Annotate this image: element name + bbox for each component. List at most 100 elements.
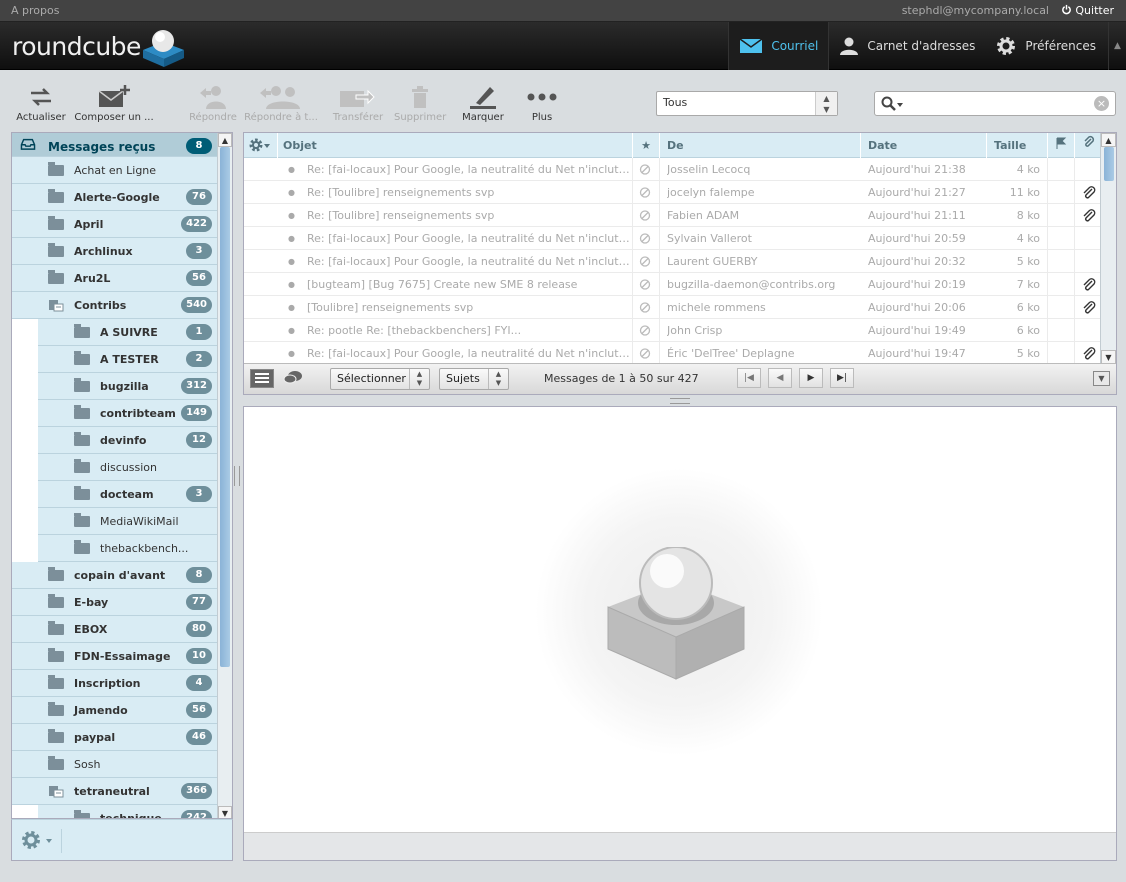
last-page-button[interactable]: ▶| bbox=[830, 368, 854, 388]
folder-item[interactable]: E-bay 77 bbox=[12, 589, 218, 616]
folder-item[interactable]: FDN-Essaimage 10 bbox=[12, 643, 218, 670]
message-row[interactable]: ● Re: [Toulibre] renseignements svp jocely… bbox=[244, 181, 1102, 204]
next-page-button[interactable]: ▶ bbox=[799, 368, 823, 388]
task-addressbook[interactable]: Carnet d'adresses bbox=[829, 22, 985, 70]
message-row[interactable]: ● Re: pootle Re: [thebackbenchers] FYI...… bbox=[244, 319, 1102, 342]
unflagged-icon[interactable] bbox=[639, 250, 653, 273]
column-flagged[interactable] bbox=[1048, 133, 1075, 158]
horizontal-splitter[interactable] bbox=[670, 398, 690, 404]
folder-item[interactable]: Contribs 540 bbox=[12, 292, 218, 319]
reply-all-button[interactable]: Répondre à t... bbox=[243, 84, 319, 123]
column-date[interactable]: Date bbox=[861, 133, 987, 158]
vertical-splitter[interactable] bbox=[234, 466, 240, 486]
folder-item[interactable]: Archlinux 3 bbox=[12, 238, 218, 265]
select-menu[interactable]: Sélectionner ▲ ▼ bbox=[330, 368, 430, 390]
column-from[interactable]: De bbox=[660, 133, 861, 158]
message-row[interactable]: ● Re: [fai-locaux] Pour Google, la neutra… bbox=[244, 227, 1102, 250]
search-input[interactable] bbox=[907, 95, 1087, 112]
message-row[interactable]: ● Re: [fai-locaux] Pour Google, la neutra… bbox=[244, 342, 1102, 365]
scroll-up-icon[interactable]: ▲ bbox=[1101, 133, 1116, 147]
scroll-down-icon[interactable]: ▼ bbox=[1101, 350, 1116, 364]
mark-button[interactable]: Marquer bbox=[458, 84, 508, 123]
clear-search-icon[interactable]: × bbox=[1094, 96, 1109, 111]
folder-item[interactable]: technique 242 bbox=[38, 805, 218, 818]
unflagged-icon[interactable] bbox=[639, 204, 653, 227]
list-menu-button[interactable]: ▼ bbox=[1093, 371, 1110, 386]
search-box[interactable]: × bbox=[874, 91, 1116, 116]
folder-item[interactable]: paypal 46 bbox=[12, 724, 218, 751]
unflagged-icon[interactable] bbox=[639, 319, 653, 342]
column-subject[interactable]: Objet bbox=[278, 133, 633, 158]
threads-menu-label: Sujets bbox=[446, 372, 480, 385]
about-link[interactable]: A propos bbox=[11, 4, 59, 17]
logout-button[interactable]: Quitter bbox=[1061, 4, 1114, 17]
thread-view-button[interactable] bbox=[282, 369, 306, 388]
folder-item[interactable]: docteam 3 bbox=[38, 481, 218, 508]
folder-item[interactable]: tetraneutral 366 bbox=[12, 778, 218, 805]
folder-item[interactable]: Alerte-Google 76 bbox=[12, 184, 218, 211]
message-scrollbar[interactable]: ▲ ▼ bbox=[1100, 133, 1116, 364]
scroll-down-icon[interactable]: ▼ bbox=[218, 806, 232, 818]
folder-item[interactable]: thebackbench... bbox=[38, 535, 218, 562]
folder-item[interactable]: contribteam 149 bbox=[38, 400, 218, 427]
folder-inbox[interactable]: Messages reçus 8 bbox=[12, 133, 218, 157]
scroll-thumb[interactable] bbox=[1104, 147, 1114, 181]
folder-item[interactable]: Sosh bbox=[12, 751, 218, 778]
message-row[interactable]: ● [Toulibre] renseignements svp michele ro… bbox=[244, 296, 1102, 319]
unflagged-icon[interactable] bbox=[639, 158, 653, 181]
first-page-button[interactable]: |◀ bbox=[737, 368, 761, 388]
task-mail[interactable]: Courriel bbox=[728, 22, 830, 70]
folder-icon bbox=[48, 243, 64, 257]
filter-value: Tous bbox=[663, 96, 688, 109]
message-row[interactable]: ● [bugteam] [Bug 7675] Create new SME 8 r… bbox=[244, 273, 1102, 296]
folder-scrollbar[interactable]: ▲ ▼ bbox=[217, 133, 232, 818]
compose-button[interactable]: Composer un ... bbox=[74, 84, 154, 123]
folder-item[interactable]: A SUIVRE 1 bbox=[38, 319, 218, 346]
refresh-button[interactable]: Actualiser bbox=[14, 84, 68, 123]
prev-page-button[interactable]: ◀ bbox=[768, 368, 792, 388]
folder-item[interactable]: Jamendo 56 bbox=[12, 697, 218, 724]
list-view-button[interactable] bbox=[250, 369, 274, 388]
folder-item[interactable]: copain d'avant 8 bbox=[12, 562, 218, 589]
folder-item[interactable]: April 422 bbox=[12, 211, 218, 238]
folder-item[interactable]: Achat en Ligne bbox=[12, 157, 218, 184]
task-settings[interactable]: Préférences bbox=[985, 22, 1106, 70]
logo: roundcube bbox=[12, 32, 141, 61]
delete-button[interactable]: Supprimer bbox=[394, 84, 446, 123]
column-size[interactable]: Taille bbox=[987, 133, 1048, 158]
list-options-button[interactable] bbox=[244, 133, 278, 158]
folder-item[interactable]: bugzilla 312 bbox=[38, 373, 218, 400]
flagged-cell-bg bbox=[1048, 227, 1075, 250]
unflagged-icon[interactable] bbox=[639, 342, 653, 365]
minimize-button[interactable]: ▲ bbox=[1108, 22, 1126, 70]
more-button[interactable]: Plus bbox=[522, 84, 562, 123]
folder-name: MediaWikiMail bbox=[100, 515, 179, 528]
username: stephdl@mycompany.local bbox=[901, 4, 1049, 17]
folder-item[interactable]: EBOX 80 bbox=[12, 616, 218, 643]
message-row[interactable]: ● Re: [fai-locaux] Pour Google, la neutra… bbox=[244, 250, 1102, 273]
unflagged-icon[interactable] bbox=[639, 181, 653, 204]
unflagged-icon[interactable] bbox=[639, 273, 653, 296]
folder-list: Messages reçus 8 Achat en Ligne Alerte-Goog… bbox=[11, 132, 233, 819]
folder-settings-button[interactable] bbox=[20, 829, 62, 853]
reply-button[interactable]: Répondre bbox=[188, 84, 238, 123]
folder-item[interactable]: Aru2L 56 bbox=[12, 265, 218, 292]
scroll-up-icon[interactable]: ▲ bbox=[218, 133, 232, 147]
column-flag[interactable]: ★ bbox=[633, 133, 660, 158]
filter-select[interactable]: Tous ▲ ▼ bbox=[656, 91, 838, 116]
unflagged-icon[interactable] bbox=[639, 296, 653, 319]
message-row[interactable]: ● Re: [fai-locaux] Pour Google, la neutra… bbox=[244, 158, 1102, 181]
message-row[interactable]: ● Re: [Toulibre] renseignements svp Fabien… bbox=[244, 204, 1102, 227]
folder-item[interactable]: MediaWikiMail bbox=[38, 508, 218, 535]
threads-menu[interactable]: Sujets ▲ ▼ bbox=[439, 368, 509, 390]
folder-item[interactable]: A TESTER 2 bbox=[38, 346, 218, 373]
folder-item[interactable]: Inscription 4 bbox=[12, 670, 218, 697]
column-attachment[interactable] bbox=[1075, 133, 1102, 158]
scroll-thumb[interactable] bbox=[220, 147, 230, 667]
unflagged-icon[interactable] bbox=[639, 227, 653, 250]
folder-item[interactable]: discussion bbox=[38, 454, 218, 481]
forward-button[interactable]: Transférer bbox=[330, 84, 386, 123]
message-date: Aujourd'hui 19:49 bbox=[868, 324, 966, 337]
folder-item[interactable]: devinfo 12 bbox=[38, 427, 218, 454]
message-date: Aujourd'hui 21:11 bbox=[868, 209, 966, 222]
